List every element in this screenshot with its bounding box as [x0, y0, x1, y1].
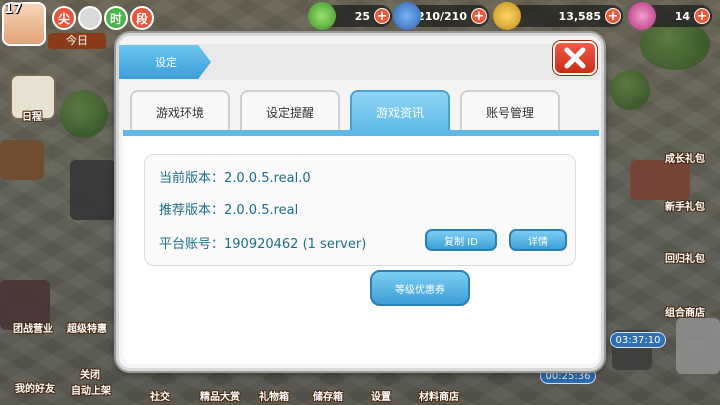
- current-version-text: 当前版本：2.0.0.5.real.0: [159, 171, 311, 186]
- points-counter[interactable]: 210/210 +: [393, 2, 489, 30]
- tab-game-info[interactable]: 游戏资讯: [350, 90, 450, 132]
- event-timer: 03:37:10: [610, 332, 666, 348]
- bottom-premium-label[interactable]: 精品大赏: [195, 388, 245, 403]
- schedule-label: 日程: [22, 112, 42, 123]
- top-hud: 17 尖 时 段 今日 25 + 210/210 + 13,585 + 14 +: [0, 0, 720, 49]
- settings-dialog: 设定 游戏环境 设定提醒 游戏资讯 账号管理 当前版本：2.0.0.5.real…: [116, 33, 604, 371]
- group-business-label[interactable]: 团战营业: [8, 320, 58, 335]
- super-deal-label[interactable]: 超级特惠: [60, 320, 114, 335]
- bottom-social-label[interactable]: 社交: [140, 388, 180, 403]
- tab-account-management[interactable]: 账号管理: [460, 90, 560, 132]
- energy-counter[interactable]: 25 +: [308, 2, 392, 30]
- return-pack-label[interactable]: 回归礼包: [660, 250, 710, 265]
- game-info-box: 当前版本：2.0.0.5.real.0 推荐版本：2.0.0.5.real 平台…: [144, 154, 576, 266]
- recommended-version-text: 推荐版本：2.0.0.5.real: [159, 203, 299, 218]
- today-label: 今日: [48, 33, 106, 49]
- bottom-storage-label[interactable]: 储存箱: [306, 388, 350, 403]
- time-chip-hour: 时: [104, 6, 128, 30]
- player-level: 17: [4, 2, 23, 17]
- time-period-chips: 尖 时 段: [52, 6, 154, 30]
- gems-value: 14: [674, 9, 690, 23]
- points-value: 210/210: [417, 9, 467, 23]
- energy-value: 25: [354, 9, 370, 23]
- newbie-pack-label[interactable]: 新手礼包: [660, 198, 710, 213]
- add-coins-button[interactable]: +: [605, 8, 621, 24]
- bottom-material-shop-label[interactable]: 材料商店: [414, 388, 464, 403]
- time-chip-period: 段: [130, 6, 154, 30]
- time-chip-blank: [78, 6, 102, 30]
- combo-shop-label[interactable]: 组合商店: [660, 304, 710, 319]
- tab-reminder-settings[interactable]: 设定提醒: [240, 90, 340, 132]
- time-chip-peak: 尖: [52, 6, 76, 30]
- bottom-settings-label[interactable]: 设置: [366, 388, 396, 403]
- auto-shelf-label[interactable]: 自动上架: [64, 382, 118, 397]
- close-icon: [564, 47, 586, 69]
- close-auto-label[interactable]: 关闭: [70, 366, 110, 381]
- add-points-button[interactable]: +: [471, 8, 487, 24]
- tab-game-environment[interactable]: 游戏环境: [130, 90, 230, 132]
- dialog-title-text: 设定: [155, 56, 177, 69]
- coin-icon: [493, 2, 521, 30]
- bottom-gift-label[interactable]: 礼物箱: [252, 388, 296, 403]
- clover-icon: [308, 2, 336, 30]
- dialog-title: 设定: [119, 45, 211, 79]
- gem-icon: [628, 2, 656, 30]
- copy-id-button[interactable]: 复制 ID: [425, 229, 497, 251]
- level-coupon-button[interactable]: 等级优惠券: [370, 270, 470, 306]
- add-gems-button[interactable]: +: [694, 8, 710, 24]
- details-button[interactable]: 详情: [509, 229, 567, 251]
- dialog-tabs: 游戏环境 设定提醒 游戏资讯 账号管理: [130, 90, 560, 132]
- gems-counter[interactable]: 14 +: [628, 2, 712, 30]
- my-friends-label[interactable]: 我的好友: [10, 380, 60, 395]
- close-button[interactable]: [553, 41, 597, 75]
- add-energy-button[interactable]: +: [374, 8, 390, 24]
- coins-counter[interactable]: 13,585 +: [493, 2, 623, 30]
- platform-account-text: 平台账号：190920462 (1 server): [159, 237, 367, 252]
- lightning-icon: [393, 2, 421, 30]
- coins-value: 13,585: [558, 9, 601, 23]
- growth-pack-label[interactable]: 成长礼包: [660, 150, 710, 165]
